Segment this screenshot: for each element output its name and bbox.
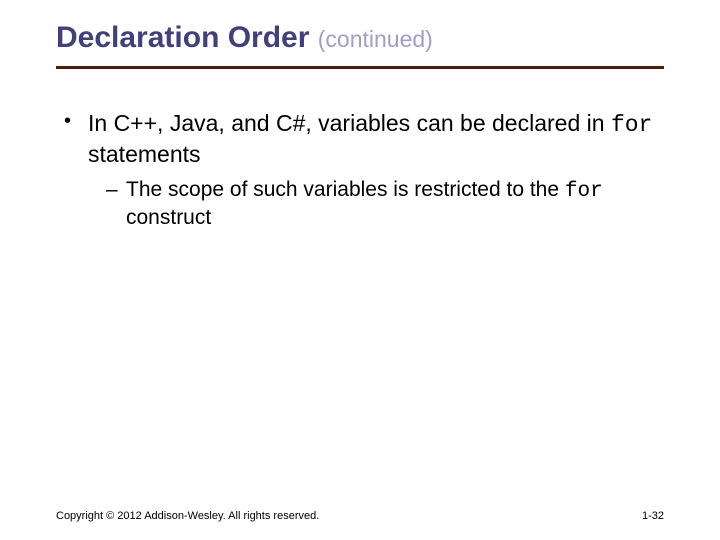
title-main: Declaration Order	[56, 21, 318, 54]
code-keyword: for	[611, 112, 652, 138]
bullet-text-pre: In C++, Java, and C#, variables can be d…	[88, 110, 611, 136]
bullet-list-level2: The scope of such variables is restricte…	[106, 177, 660, 232]
page-number: 1-32	[642, 510, 664, 522]
slide-footer: Copyright © 2012 Addison-Wesley. All rig…	[56, 510, 664, 522]
code-keyword: for	[565, 180, 603, 203]
title-container: Declaration Order (continued)	[0, 0, 720, 56]
bullet-text-pre: The scope of such variables is restricte…	[126, 178, 565, 201]
list-item: In C++, Java, and C#, variables can be d…	[60, 109, 660, 231]
slide-title: Declaration Order (continued)	[56, 20, 720, 56]
copyright-text: Copyright © 2012 Addison-Wesley. All rig…	[56, 510, 319, 522]
bullet-text-post: statements	[88, 141, 201, 167]
slide-body: In C++, Java, and C#, variables can be d…	[0, 69, 720, 231]
title-continued: (continued)	[318, 26, 433, 52]
bullet-text-post: construct	[126, 206, 211, 229]
bullet-list-level1: In C++, Java, and C#, variables can be d…	[60, 109, 660, 231]
list-item: The scope of such variables is restricte…	[106, 177, 660, 232]
slide: Declaration Order (continued) In C++, Ja…	[0, 0, 720, 540]
